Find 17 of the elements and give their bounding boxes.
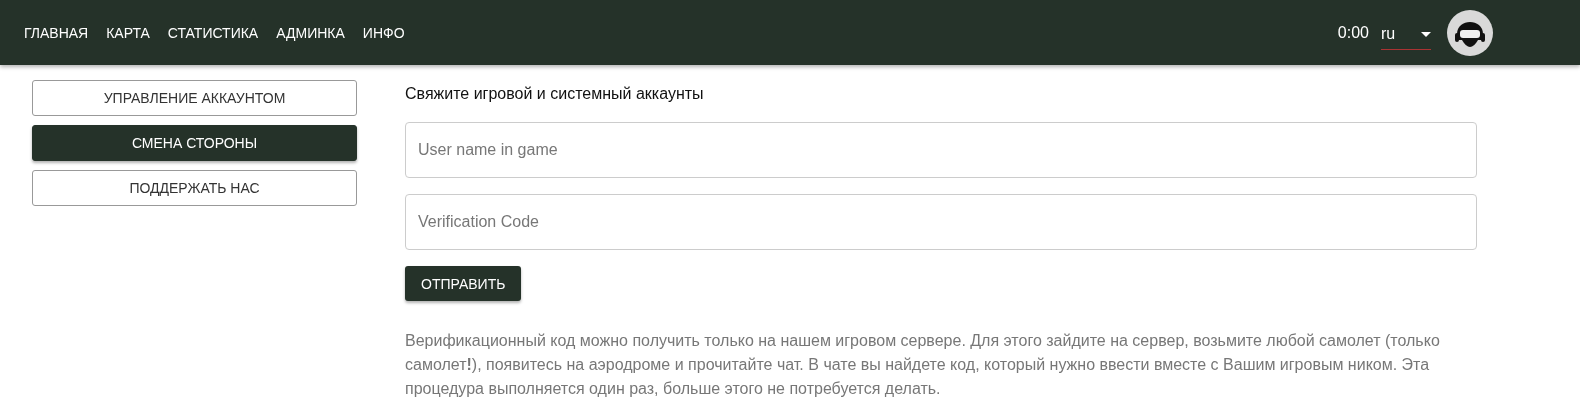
nav-link[interactable]: КАРТА: [106, 24, 150, 41]
nav-link[interactable]: ГЛАВНАЯ: [24, 24, 89, 41]
submit-button[interactable]: ОТПРАВИТЬ: [405, 266, 522, 301]
clock-time: 0:00: [1337, 23, 1369, 42]
sidebar-button[interactable]: УПРАВЛЕНИЕ АККАУНТОМ: [32, 80, 357, 116]
sidebar-button[interactable]: ПОДДЕРЖАТЬ НАС: [32, 170, 357, 206]
instruction-text: Верификационный код можно получить только на нашем игровом сервере. Для этого зайдите на сервер, возьмите любой самолет (только самолет!), появитесь на аэродроме и прочитайте чат. В чате вы найдете код, который нужно ввести вместе с Вашим игровым ником. Эта процедура выполняется один раз, больше этого не потребуется делать.: [405, 331, 1441, 399]
nav-link[interactable]: АДМИНКА: [276, 24, 345, 41]
avatar-icon[interactable]: [1447, 9, 1493, 56]
language-select[interactable]: ru: [1381, 21, 1431, 50]
nav-link[interactable]: ИНФО: [362, 24, 405, 41]
form-heading: Свяжите игровой и системный аккаунты: [405, 85, 704, 103]
input-field[interactable]: User name in game: [405, 122, 1477, 178]
nav-link[interactable]: СТАТИСТИКА: [167, 24, 259, 41]
input-field[interactable]: Verification Code: [405, 194, 1477, 250]
caret-icon: [1421, 31, 1431, 37]
sidebar-button[interactable]: СМЕНА СТОРОНЫ: [32, 125, 357, 161]
